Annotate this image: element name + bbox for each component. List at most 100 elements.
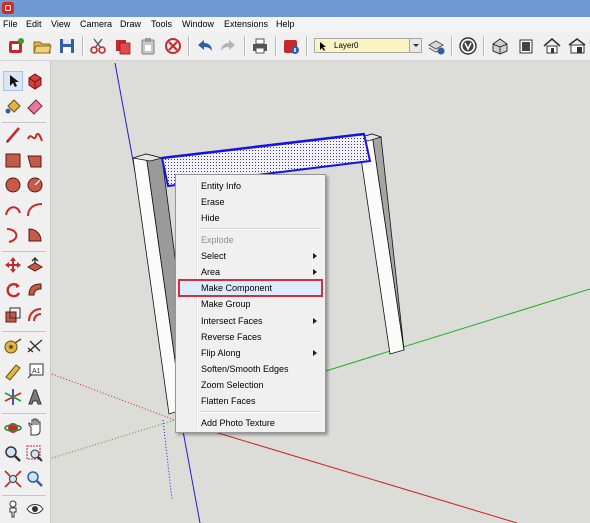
- submenu-arrow-icon: [313, 269, 317, 275]
- select-arrow-icon[interactable]: [3, 71, 23, 91]
- front-view-icon[interactable]: [516, 36, 536, 56]
- context-menu-item-erase[interactable]: Erase: [179, 194, 322, 210]
- styles-v-icon[interactable]: [458, 36, 478, 56]
- print-icon[interactable]: [250, 36, 270, 56]
- menu-file[interactable]: File: [3, 18, 18, 30]
- main-toolbar: Layer0: [0, 32, 590, 61]
- zoom-icon[interactable]: [3, 444, 23, 464]
- context-menu-item-label: Select: [201, 251, 227, 261]
- toolbar-separator: [244, 36, 246, 56]
- make-component-icon[interactable]: [25, 71, 45, 91]
- context-menu-item-flip-along[interactable]: Flip Along: [179, 345, 322, 361]
- menu-view[interactable]: View: [51, 18, 70, 30]
- context-menu-item-label: Reverse Faces: [201, 332, 262, 342]
- save-icon[interactable]: [57, 36, 77, 56]
- context-menu-item-intersect-faces[interactable]: Intersect Faces: [179, 313, 322, 329]
- circle-icon[interactable]: [3, 175, 23, 195]
- axes-icon[interactable]: [3, 387, 23, 407]
- 3d-text-icon[interactable]: [25, 387, 45, 407]
- orbit-icon[interactable]: [3, 418, 23, 438]
- three-point-arc-icon[interactable]: [3, 225, 23, 245]
- menu-tools[interactable]: Tools: [151, 18, 172, 30]
- scale-icon[interactable]: [3, 305, 23, 325]
- chevron-down-icon[interactable]: [409, 39, 421, 52]
- zoom-extents-icon[interactable]: [3, 469, 23, 489]
- context-menu-item-label: Soften/Smooth Edges: [201, 364, 289, 374]
- context-menu-item-entity-info[interactable]: Entity Info: [179, 178, 322, 194]
- look-around-eye-icon[interactable]: [25, 499, 45, 519]
- open-folder-icon[interactable]: [32, 36, 52, 56]
- paint-bucket-icon[interactable]: [3, 96, 23, 116]
- side-view-icon[interactable]: [567, 36, 587, 56]
- undo-icon[interactable]: [194, 36, 214, 56]
- text-icon[interactable]: A1: [25, 361, 45, 381]
- push-pull-icon[interactable]: [25, 255, 45, 275]
- iso-view-icon[interactable]: [490, 36, 510, 56]
- submenu-arrow-icon: [313, 318, 317, 324]
- context-menu-item-make-group[interactable]: Make Group: [179, 296, 322, 312]
- layer-value: Layer0: [334, 41, 359, 50]
- cursor-arrow-icon: [320, 42, 326, 51]
- green-axis-line: [299, 288, 590, 380]
- home-view-icon[interactable]: [542, 36, 562, 56]
- tool-separator: [2, 495, 46, 496]
- tape-measure-icon[interactable]: [3, 336, 23, 356]
- context-menu-item-area[interactable]: Area: [179, 264, 322, 280]
- green-axis-dotted-line: [51, 419, 176, 459]
- redo-icon[interactable]: [219, 36, 239, 56]
- freehand-icon[interactable]: [25, 125, 45, 145]
- model-info-icon[interactable]: [281, 36, 301, 56]
- context-menu-item-add-photo-texture[interactable]: Add Photo Texture: [179, 415, 322, 431]
- pan-hand-icon[interactable]: [25, 418, 45, 438]
- toolbar-separator: [451, 36, 453, 56]
- menu-camera[interactable]: Camera: [80, 18, 112, 30]
- erase-delete-icon[interactable]: [163, 36, 183, 56]
- protractor-icon[interactable]: [3, 361, 23, 381]
- rotated-rectangle-icon[interactable]: [25, 150, 45, 170]
- sketchup-logo-icon[interactable]: [2, 2, 14, 14]
- cut-scissors-icon[interactable]: [88, 36, 108, 56]
- position-camera-icon[interactable]: [3, 499, 23, 519]
- offset-icon[interactable]: [25, 305, 45, 325]
- layer-dropdown[interactable]: Layer0: [314, 38, 422, 53]
- rotate-icon[interactable]: [3, 280, 23, 300]
- line-pencil-icon[interactable]: [3, 125, 23, 145]
- menu-help[interactable]: Help: [276, 18, 295, 30]
- arc-icon[interactable]: [3, 200, 23, 220]
- paste-icon[interactable]: [138, 36, 158, 56]
- dimension-icon[interactable]: [25, 336, 45, 356]
- menu-edit[interactable]: Edit: [26, 18, 42, 30]
- toolbar-separator: [188, 36, 190, 56]
- context-menu-item-reverse-faces[interactable]: Reverse Faces: [179, 329, 322, 345]
- context-menu-item-label: Explode: [201, 235, 234, 245]
- large-tool-set: A1: [0, 61, 51, 523]
- two-point-arc-icon[interactable]: [25, 200, 45, 220]
- menu-extensions[interactable]: Extensions: [224, 18, 268, 30]
- copy-icon[interactable]: [113, 36, 133, 56]
- tool-separator: [2, 122, 46, 123]
- zoom-window-icon[interactable]: [25, 444, 45, 464]
- new-model-icon[interactable]: [6, 36, 26, 56]
- move-icon[interactable]: [3, 255, 23, 275]
- context-menu-item-label: Intersect Faces: [201, 316, 263, 326]
- zoom-selection-icon[interactable]: [25, 469, 45, 489]
- pie-icon[interactable]: [25, 225, 45, 245]
- context-menu-item-soften-smooth-edges[interactable]: Soften/Smooth Edges: [179, 361, 322, 377]
- context-menu-item-label: Make Component: [201, 283, 273, 293]
- menu-window[interactable]: Window: [182, 18, 214, 30]
- context-menu-item-flatten-faces[interactable]: Flatten Faces: [179, 393, 322, 409]
- follow-me-icon[interactable]: [25, 280, 45, 300]
- context-menu-item-label: Flatten Faces: [201, 396, 256, 406]
- context-menu-item-zoom-selection[interactable]: Zoom Selection: [179, 377, 322, 393]
- eraser-icon[interactable]: [25, 96, 45, 116]
- context-menu-item-make-component[interactable]: Make Component: [178, 279, 323, 297]
- layer-manager-icon[interactable]: [426, 36, 446, 56]
- context-menu-item-hide[interactable]: Hide: [179, 210, 322, 226]
- context-menu-item-label: Zoom Selection: [201, 380, 264, 390]
- blue-axis-dotted-line: [162, 419, 173, 501]
- context-menu-item-select[interactable]: Select: [179, 248, 322, 264]
- polygon-icon[interactable]: [25, 175, 45, 195]
- menu-draw[interactable]: Draw: [120, 18, 141, 30]
- context-menu-item-explode: Explode: [179, 232, 322, 248]
- rectangle-icon[interactable]: [3, 150, 23, 170]
